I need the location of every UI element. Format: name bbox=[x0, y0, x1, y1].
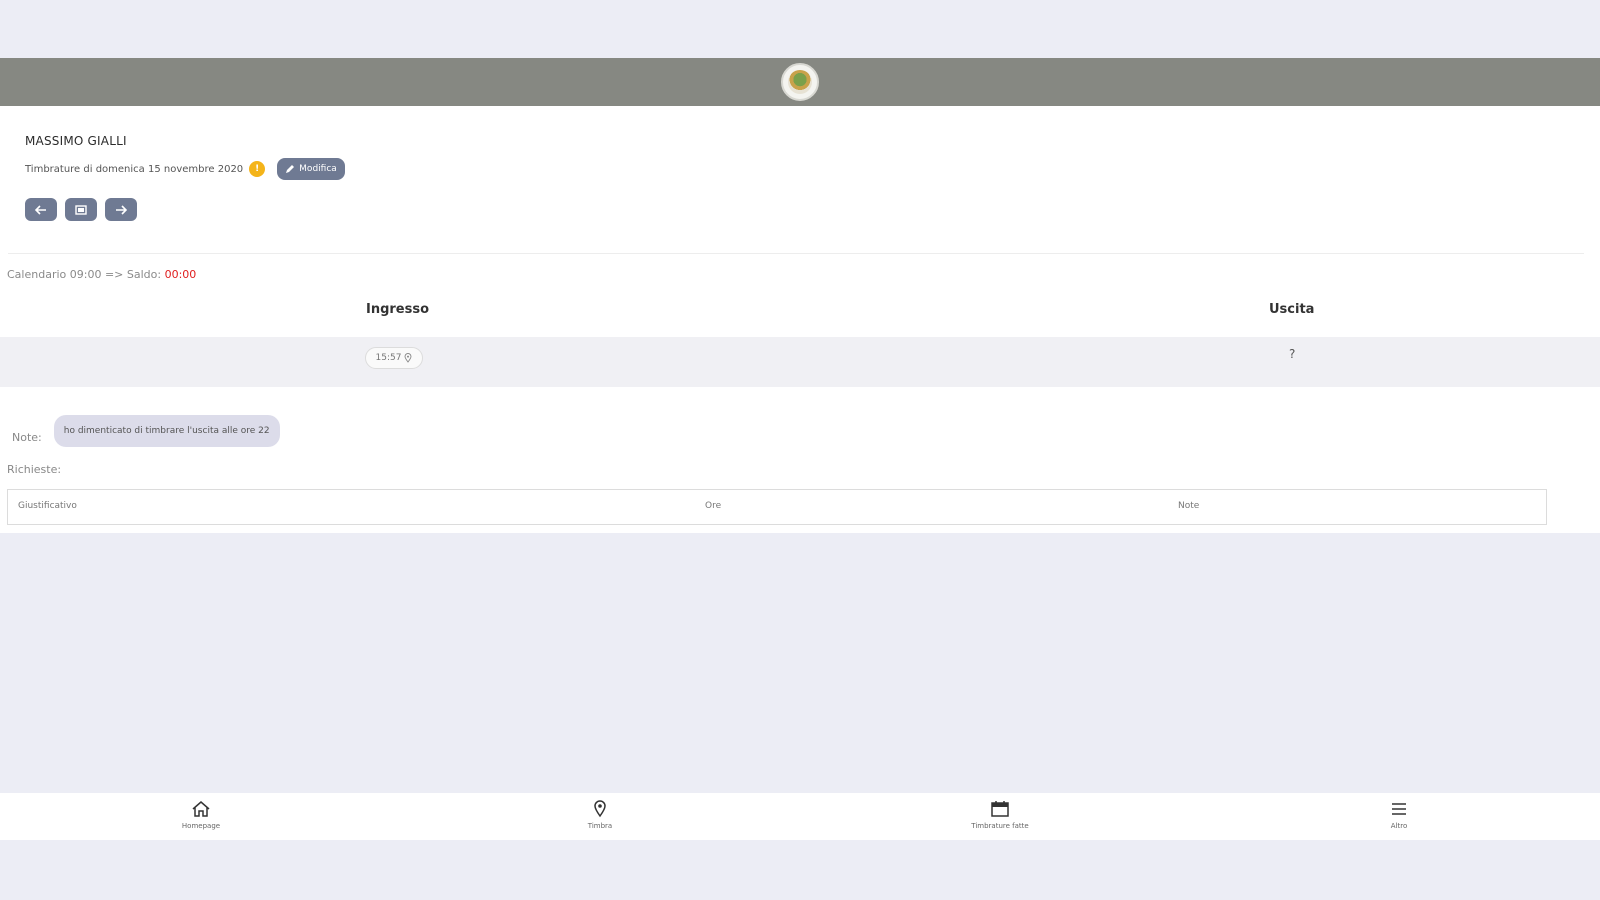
punch-row: 15:57 ? bbox=[0, 337, 1600, 387]
calendar-icon bbox=[990, 798, 1010, 820]
edit-button-label: Modifica bbox=[299, 164, 337, 174]
calendar-picker-button[interactable] bbox=[65, 198, 97, 221]
pencil-icon bbox=[286, 165, 295, 173]
note-label: Note: bbox=[12, 430, 42, 444]
date-line: Timbrature di domenica 15 novembre 2020 … bbox=[25, 158, 345, 180]
tab-homepage[interactable]: Homepage bbox=[141, 798, 261, 830]
menu-icon bbox=[1390, 798, 1408, 820]
requests-header-justification: Giustificativo bbox=[18, 501, 77, 511]
tab-timbrature-fatte-label: Timbrature fatte bbox=[971, 822, 1029, 830]
app-logo[interactable] bbox=[781, 63, 819, 101]
tab-altro-label: Altro bbox=[1390, 822, 1408, 830]
previous-day-button[interactable] bbox=[25, 198, 57, 221]
arrow-left-icon bbox=[35, 204, 46, 215]
calendar-icon bbox=[75, 205, 87, 215]
tab-timbrature-fatte[interactable]: Timbrature fatte bbox=[940, 798, 1060, 830]
location-pin-icon bbox=[405, 353, 412, 363]
app-header bbox=[0, 58, 1600, 106]
calendar-text: Calendario 09:00 => Saldo: bbox=[7, 268, 162, 281]
punch-out-time: ? bbox=[1289, 347, 1296, 361]
logo-emblem-icon bbox=[788, 70, 812, 94]
requests-header-hours: Ore bbox=[705, 501, 722, 511]
home-icon bbox=[191, 798, 211, 820]
balance-value: 00:00 bbox=[164, 268, 197, 281]
note-bubble: ho dimenticato di timbrare l'uscita alle… bbox=[53, 415, 280, 447]
requests-header-notes: Note bbox=[1178, 501, 1200, 511]
tab-homepage-label: Homepage bbox=[181, 822, 221, 830]
main-content: MASSIMO GIALLI Timbrature di domenica 15… bbox=[0, 106, 1600, 533]
next-day-button[interactable] bbox=[105, 198, 137, 221]
column-header-in: Ingresso bbox=[366, 302, 430, 317]
tab-altro[interactable]: Altro bbox=[1339, 798, 1459, 830]
requests-label: Richieste: bbox=[7, 463, 62, 476]
punch-in-time: 15:57 bbox=[375, 353, 402, 363]
info-icon[interactable]: ! bbox=[249, 161, 266, 177]
user-name: MASSIMO GIALLI bbox=[25, 134, 127, 148]
punch-in-chip[interactable]: 15:57 bbox=[365, 347, 423, 369]
divider bbox=[8, 253, 1584, 254]
column-header-out: Uscita bbox=[1269, 302, 1315, 317]
note-row: Note: ho dimenticato di timbrare l'uscit… bbox=[12, 415, 280, 447]
bottom-navigation: Homepage Timbra Timbrature fatte Altro bbox=[0, 793, 1600, 840]
calendar-summary: Calendario 09:00 => Saldo: 00:00 bbox=[7, 268, 196, 281]
edit-button[interactable]: Modifica bbox=[277, 158, 345, 180]
tab-timbra-label: Timbra bbox=[587, 822, 613, 830]
location-pin-icon bbox=[593, 798, 607, 820]
arrow-right-icon bbox=[116, 204, 127, 215]
requests-table: Giustificativo Ore Note bbox=[7, 489, 1547, 525]
date-text: Timbrature di domenica 15 novembre 2020 bbox=[25, 163, 244, 175]
tab-timbra[interactable]: Timbra bbox=[540, 798, 660, 830]
day-navigation bbox=[25, 198, 137, 221]
